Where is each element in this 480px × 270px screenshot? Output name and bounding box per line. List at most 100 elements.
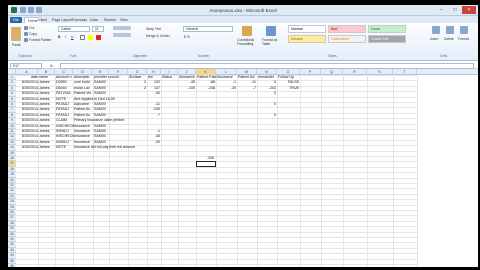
cell-O1[interactable]: Follow Up bbox=[278, 75, 294, 80]
cell-H2[interactable]: 132 bbox=[147, 80, 160, 85]
cell-O3[interactable]: TRUE bbox=[277, 86, 299, 91]
font-color-icon[interactable] bbox=[96, 35, 101, 40]
cell-C8[interactable]: PATADJ bbox=[56, 113, 69, 118]
cell-H7[interactable]: -240 bbox=[147, 107, 160, 112]
cell-A8[interactable]: 8/30/2014 bbox=[17, 113, 38, 118]
cell-F1[interactable]: count bbox=[110, 75, 119, 80]
cell-K1[interactable]: Patient Paid bbox=[197, 75, 216, 80]
cell-H8[interactable]: -7 bbox=[147, 113, 160, 118]
cell-H13[interactable]: -30 bbox=[147, 140, 160, 145]
cell-A14[interactable]: 8/30/2014 bbox=[17, 145, 38, 150]
cell-N4[interactable]: 0 bbox=[257, 91, 276, 96]
align-left-icon[interactable] bbox=[113, 33, 131, 37]
bold-button[interactable]: B bbox=[58, 35, 60, 39]
cell-L3[interactable]: -30 bbox=[216, 86, 236, 91]
insert-cells-icon[interactable] bbox=[432, 26, 440, 34]
underline-button[interactable]: U bbox=[71, 35, 73, 39]
cell-N2[interactable]: 0 bbox=[257, 80, 276, 85]
cell-D14[interactable]: Insurance did not pay their full amount bbox=[74, 145, 135, 150]
cell-A13[interactable]: 8/30/2014 bbox=[17, 140, 38, 145]
cell-E4[interactable]: SAM00 bbox=[94, 91, 106, 96]
cell-A1[interactable]: date bbox=[17, 75, 38, 80]
cell-C6[interactable]: PATADJ bbox=[56, 102, 69, 107]
cell-E1[interactable]: provider c bbox=[94, 75, 110, 80]
cell-style-bad[interactable]: Bad bbox=[328, 25, 366, 33]
format-as-table-button[interactable]: Format as Table bbox=[262, 38, 282, 46]
cell-D3[interactable]: molar Lav bbox=[74, 86, 90, 91]
paste-icon[interactable] bbox=[11, 27, 21, 41]
cell-E8[interactable]: SAM00 bbox=[94, 113, 106, 118]
cell-G1[interactable]: Surface bbox=[129, 75, 141, 80]
cell-A12[interactable]: 8/30/2014 bbox=[17, 134, 38, 139]
fill-color-icon[interactable] bbox=[88, 35, 93, 40]
cell-H3[interactable]: 147 bbox=[147, 86, 160, 91]
cell-E7[interactable]: SAM00 bbox=[94, 107, 106, 112]
cell-D7[interactable]: Patient Ac bbox=[74, 107, 90, 112]
cell-N6[interactable]: 0 bbox=[257, 102, 276, 107]
delete-cells-button[interactable]: Delete bbox=[444, 37, 454, 41]
cell-C10[interactable]: INSCHECK bbox=[56, 124, 75, 129]
cell-L2[interactable]: -1 bbox=[216, 80, 236, 85]
cell-L1[interactable]: Insurance bbox=[217, 75, 233, 80]
format-painter-icon[interactable] bbox=[24, 38, 28, 42]
cell-style-good[interactable]: Good bbox=[368, 25, 406, 33]
cell-K3[interactable]: -248 bbox=[196, 86, 215, 91]
cell-A10[interactable]: 8/30/2014 bbox=[17, 124, 38, 129]
cell-M2[interactable]: -11 bbox=[237, 80, 256, 85]
cell-D1[interactable]: descriptio bbox=[74, 75, 89, 80]
cell-C7[interactable]: PATADJ bbox=[56, 107, 69, 112]
font-name-select[interactable]: Calibri bbox=[58, 26, 90, 32]
cell-A6[interactable]: 8/30/2014 bbox=[17, 102, 38, 107]
merge-center-button[interactable]: Merge & Center bbox=[146, 34, 170, 38]
name-box[interactable]: K17 bbox=[10, 62, 42, 69]
cell-C13[interactable]: INSADJ bbox=[56, 140, 69, 145]
cell-B5[interactable]: James bbox=[39, 97, 50, 102]
cell-J2[interactable]: -45 bbox=[178, 80, 195, 85]
cell-M1[interactable]: Patient Ad bbox=[238, 75, 254, 80]
cell-B7[interactable]: James bbox=[39, 107, 50, 112]
cell-E11[interactable]: SAM00 bbox=[94, 129, 106, 134]
cell-B6[interactable]: James bbox=[39, 102, 50, 107]
cell-B10[interactable]: James bbox=[39, 124, 50, 129]
cell-G2[interactable]: 2 bbox=[128, 80, 146, 85]
cell-B14[interactable]: James bbox=[39, 145, 50, 150]
cell-A4[interactable]: 8/30/2014 bbox=[17, 91, 38, 96]
cell-B1[interactable]: name bbox=[39, 75, 48, 80]
cell-D4[interactable]: Patient Vis bbox=[74, 91, 91, 96]
cell-style-neutral[interactable]: Neutral bbox=[288, 35, 326, 43]
cell-D12[interactable]: Insurance bbox=[74, 134, 90, 139]
cell-B9[interactable]: James bbox=[39, 118, 50, 123]
cell-D13[interactable]: Insurance bbox=[74, 140, 90, 145]
selected-cell[interactable]: -328 bbox=[196, 156, 216, 167]
cell-D11[interactable]: Insurance bbox=[74, 129, 90, 134]
cell-O2[interactable]: FALSE bbox=[277, 80, 299, 85]
cell-D5[interactable]: Amt Applied to Ded 16.00 bbox=[74, 97, 115, 102]
format-painter-button[interactable]: Format Painter bbox=[29, 38, 51, 42]
cell-C14[interactable]: NOTE bbox=[56, 145, 66, 150]
format-as-table-icon[interactable] bbox=[266, 26, 276, 36]
cell-B11[interactable]: James bbox=[39, 129, 50, 134]
fx-icon[interactable]: fx bbox=[50, 64, 53, 68]
cut-icon[interactable] bbox=[24, 26, 28, 30]
cell-H6[interactable]: -11 bbox=[147, 102, 160, 107]
row-header-36[interactable]: 36 bbox=[8, 264, 16, 267]
close-button[interactable]: × bbox=[462, 6, 476, 14]
cell-H11[interactable]: -1 bbox=[147, 129, 160, 134]
cell-B13[interactable]: James bbox=[39, 140, 50, 145]
cell-K2[interactable]: -68 bbox=[196, 80, 215, 85]
formula-input[interactable] bbox=[60, 62, 474, 69]
insert-cells-button[interactable]: Insert bbox=[430, 37, 438, 41]
cell-C5[interactable]: NOTE bbox=[56, 97, 66, 102]
cell-E12[interactable]: SAM00 bbox=[94, 134, 106, 139]
cell-A7[interactable]: 8/30/2014 bbox=[17, 107, 38, 112]
cell-style-check-cell[interactable]: Check Cell bbox=[368, 35, 406, 43]
cell-A5[interactable]: 8/30/2014 bbox=[17, 97, 38, 102]
format-cells-icon[interactable] bbox=[460, 26, 468, 34]
number-format-select[interactable]: General bbox=[183, 26, 233, 32]
cell-style-calculation[interactable]: Calculation bbox=[328, 35, 366, 43]
cell-E13[interactable]: SAM00 bbox=[94, 140, 106, 145]
cell-A2[interactable]: 8/30/2014 bbox=[17, 80, 38, 85]
cell-I1[interactable]: Status bbox=[162, 75, 172, 80]
cell-D10[interactable]: Insurance bbox=[74, 124, 90, 129]
cell-E2[interactable]: SAM00 bbox=[94, 80, 106, 85]
